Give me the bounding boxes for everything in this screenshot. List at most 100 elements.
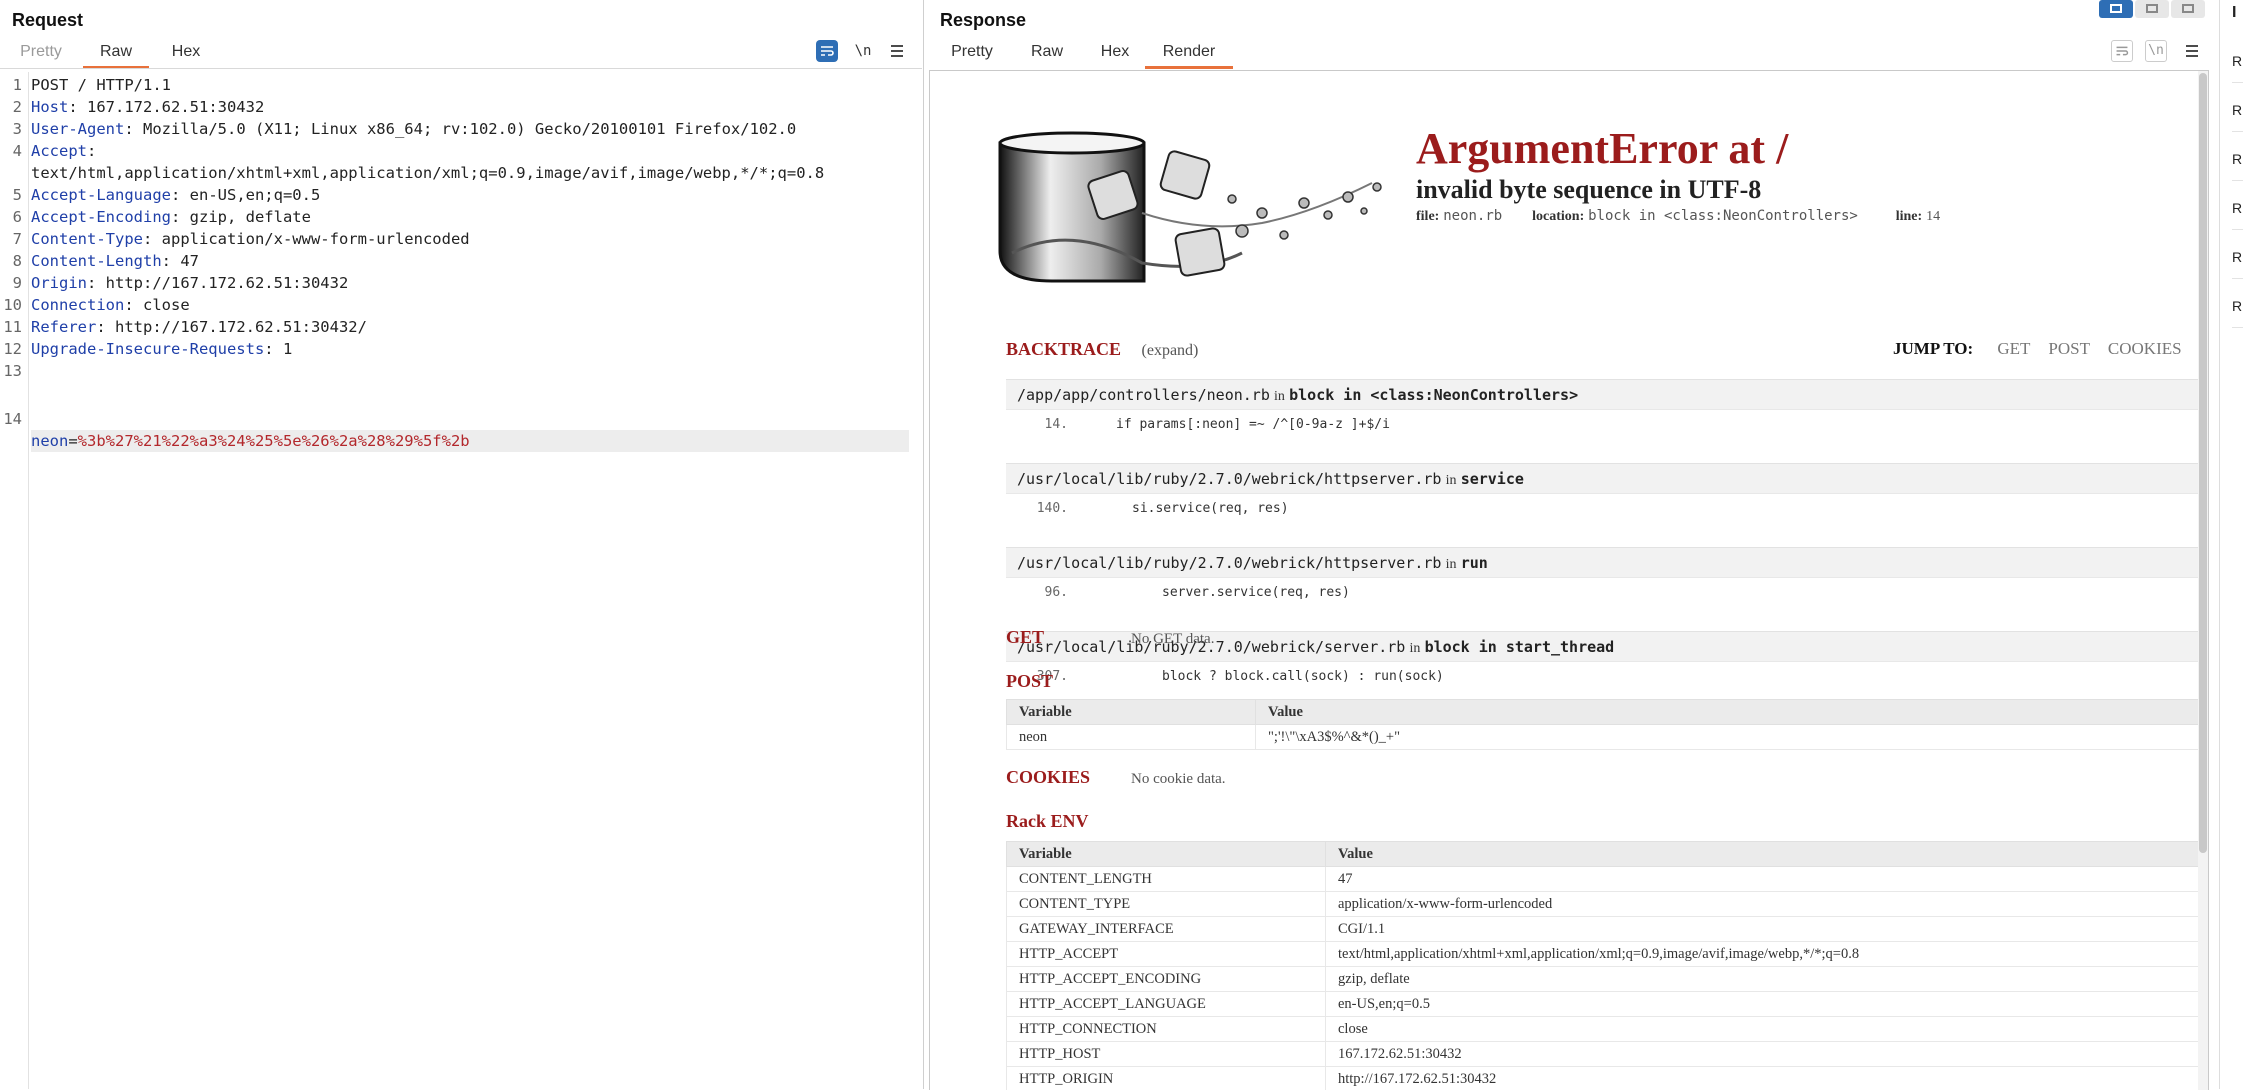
header-name: Content-Length — [31, 252, 162, 270]
request-line: 6Accept-Encoding: gzip, deflate — [0, 206, 922, 228]
request-line-text[interactable]: Accept: — [31, 140, 96, 162]
request-line-text[interactable]: Connection: close — [31, 294, 190, 316]
location-label: location: — [1532, 209, 1584, 224]
backtrace-in: in — [1274, 389, 1285, 404]
newline-toggle[interactable]: \n — [852, 40, 874, 62]
post-col-value: Value — [1256, 700, 2206, 725]
file-label: file: — [1416, 209, 1439, 224]
header-value: gzip, deflate — [190, 208, 311, 226]
backtrace-heading: BACKTRACE (expand) — [1006, 339, 1198, 360]
header-value: 167.172.62.51:30432 — [87, 98, 264, 116]
tab-request-pretty[interactable]: Pretty — [16, 38, 66, 66]
request-line-text[interactable]: User-Agent: Mozilla/5.0 (X11; Linux x86_… — [31, 118, 796, 140]
backtrace-frame[interactable]: /usr/local/lib/ruby/2.7.0/webrick/httpse… — [1006, 547, 2206, 578]
line-number: 13 — [0, 360, 22, 382]
table-row: GATEWAY_INTERFACECGI/1.1 — [1007, 917, 2206, 942]
response-tabs: Pretty Raw Hex Render — [925, 38, 2215, 68]
request-line: 12Upgrade-Insecure-Requests: 1 — [0, 338, 922, 360]
request-line-text[interactable]: Origin: http://167.172.62.51:30432 — [31, 272, 348, 294]
header-name: Upgrade-Insecure-Requests — [31, 340, 264, 358]
inspector-item[interactable]: R — [2232, 34, 2243, 83]
env-variable: HTTP_ACCEPT — [1007, 942, 1326, 967]
horizontal-view-button[interactable] — [2135, 0, 2169, 18]
right-inspector-strip: I RRRRRR — [2219, 0, 2243, 1089]
jump-cookies-link[interactable]: COOKIES — [2108, 339, 2182, 358]
header-name: Connection — [31, 296, 124, 314]
header-name: User-Agent — [31, 120, 124, 138]
line-number: 1 — [0, 74, 22, 96]
backtrace-frame[interactable]: /usr/local/lib/ruby/2.7.0/webrick/httpse… — [1006, 463, 2206, 494]
request-line-text[interactable]: Referer: http://167.172.62.51:30432/ — [31, 316, 367, 338]
render-frame: ArgumentError at / invalid byte sequence… — [929, 70, 2209, 1090]
tab-response-render[interactable]: Render — [1145, 38, 1233, 69]
jump-to-label: JUMP TO: — [1893, 339, 1973, 358]
env-variable: HTTP_ACCEPT_ENCODING — [1007, 967, 1326, 992]
expand-link[interactable]: (expand) — [1142, 342, 1199, 359]
inspector-item[interactable]: R — [2232, 83, 2243, 132]
header-value: 47 — [180, 252, 199, 270]
table-row: HTTP_ORIGINhttp://167.172.62.51:30432 — [1007, 1067, 2206, 1090]
request-line-text[interactable]: text/html,application/xhtml+xml,applicat… — [31, 162, 824, 184]
tab-response-hex[interactable]: Hex — [1095, 38, 1135, 66]
inspector-label: I — [2232, 4, 2236, 22]
hamburger-menu-icon[interactable] — [886, 40, 908, 62]
header-value: http://167.172.62.51:30432 — [106, 274, 349, 292]
env-variable: HTTP_ACCEPT_LANGUAGE — [1007, 992, 1326, 1017]
line-number: 8 — [0, 250, 22, 272]
inspector-item[interactable]: R — [2232, 230, 2243, 279]
backtrace-code-text: server.service(req, res) — [1162, 578, 1350, 608]
tab-request-hex[interactable]: Hex — [166, 38, 206, 66]
request-line-text[interactable]: Content-Type: application/x-www-form-url… — [31, 228, 470, 250]
line-number: 4 — [0, 140, 22, 162]
header-value: en-US,en;q=0.5 — [190, 186, 321, 204]
jump-to-nav: JUMP TO: GET POST COOKIES E — [1893, 339, 2209, 359]
tab-response-raw[interactable]: Raw — [1025, 38, 1069, 66]
cookies-heading: COOKIES — [1006, 767, 1090, 788]
request-line: 8 Content-Length: 47 — [0, 250, 922, 272]
env-variable: HTTP_HOST — [1007, 1042, 1326, 1067]
header-name: Referer — [31, 318, 96, 336]
inspector-item[interactable]: R — [2232, 279, 2243, 328]
response-pane: Response Pretty Raw Hex Render \n — [925, 0, 2215, 1089]
line-number: 14 — [0, 408, 22, 430]
env-value: application/x-www-form-urlencoded — [1326, 892, 2206, 917]
rack-col-value: Value — [1326, 842, 2206, 867]
request-body[interactable]: neon=%3b%27%21%22%a3%24%25%5e%26%2a%28%2… — [31, 430, 909, 452]
env-value: close — [1326, 1017, 2206, 1042]
env-variable: GATEWAY_INTERFACE — [1007, 917, 1326, 942]
request-line-text[interactable]: Accept-Language: en-US,en;q=0.5 — [31, 184, 320, 206]
hamburger-menu-icon[interactable] — [2181, 40, 2203, 62]
single-view-button[interactable] — [2171, 0, 2205, 18]
backtrace-code-text: si.service(req, res) — [1132, 494, 1289, 524]
request-line-text[interactable]: Upgrade-Insecure-Requests: 1 — [31, 338, 292, 360]
env-value: gzip, deflate — [1326, 967, 2206, 992]
line-number: 3 — [0, 118, 22, 140]
scrollbar-thumb[interactable] — [2199, 73, 2207, 853]
inspector-item[interactable]: R — [2232, 132, 2243, 181]
error-meta: file: neon.rb location: block in <class:… — [1416, 207, 1940, 225]
request-editor[interactable]: 1POST / HTTP/1.12Host: 167.172.62.51:304… — [0, 72, 922, 1089]
jump-post-link[interactable]: POST — [2048, 339, 2089, 358]
line-value: 14 — [1926, 209, 1940, 224]
wrap-lines-icon[interactable] — [816, 40, 838, 62]
tab-response-pretty[interactable]: Pretty — [944, 38, 1000, 66]
request-line-text[interactable]: Accept-Encoding: gzip, deflate — [31, 206, 311, 228]
post-col-variable: Variable — [1007, 700, 1256, 725]
jump-get-link[interactable]: GET — [1997, 339, 2030, 358]
request-line-text[interactable]: Host: 167.172.62.51:30432 — [31, 96, 264, 118]
env-value: CGI/1.1 — [1326, 917, 2206, 942]
request-line: 13 — [0, 360, 922, 382]
env-value: 167.172.62.51:30432 — [1326, 1042, 2206, 1067]
get-heading: GET — [1006, 627, 1044, 648]
request-line-text[interactable]: Content-Length: 47 — [31, 250, 199, 272]
env-variable: HTTP_ORIGIN — [1007, 1067, 1326, 1090]
tab-request-raw[interactable]: Raw — [83, 38, 149, 69]
line-number: 11 — [0, 316, 22, 338]
request-line-text[interactable]: POST / HTTP/1.1 — [31, 74, 171, 96]
backtrace-frame[interactable]: /app/app/controllers/neon.rb in block in… — [1006, 379, 2206, 410]
header-name: Origin — [31, 274, 87, 292]
inspector-item[interactable]: R — [2232, 181, 2243, 230]
split-view-button[interactable] — [2099, 0, 2133, 18]
render-scrollbar[interactable] — [2198, 71, 2208, 1090]
backtrace-code: 307.block ? block.call(sock) : run(sock) — [1006, 661, 2206, 692]
